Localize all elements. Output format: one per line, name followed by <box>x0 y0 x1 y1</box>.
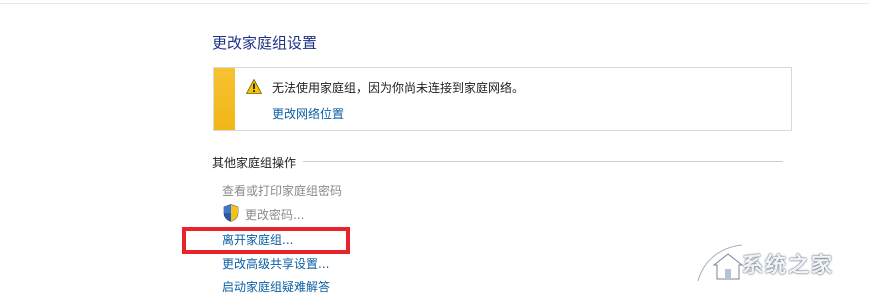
uac-shield-icon <box>223 204 239 222</box>
homegroup-notice: 无法使用家庭组，因为你尚未连接到家庭网络。 更改网络位置 <box>213 67 792 131</box>
red-highlight-box <box>182 227 350 254</box>
notice-color-strip <box>214 68 235 130</box>
view-print-password-link: 查看或打印家庭组密码 <box>222 184 343 198</box>
page-title: 更改家庭组设置 <box>212 34 318 52</box>
section-title: 其他家庭组操作 <box>212 156 297 170</box>
watermark-text: 系统之家 <box>742 253 834 277</box>
change-advanced-sharing-link[interactable]: 更改高级共享设置... <box>222 255 329 272</box>
section-divider <box>303 161 783 162</box>
warning-icon <box>246 79 262 94</box>
change-password-link: 更改密码... <box>245 208 305 222</box>
top-divider <box>0 3 869 4</box>
start-troubleshooter-link[interactable]: 启动家庭组疑难解答 <box>222 278 330 295</box>
notice-message: 无法使用家庭组，因为你尚未连接到家庭网络。 <box>272 81 525 95</box>
change-network-location-link[interactable]: 更改网络位置 <box>272 105 344 122</box>
